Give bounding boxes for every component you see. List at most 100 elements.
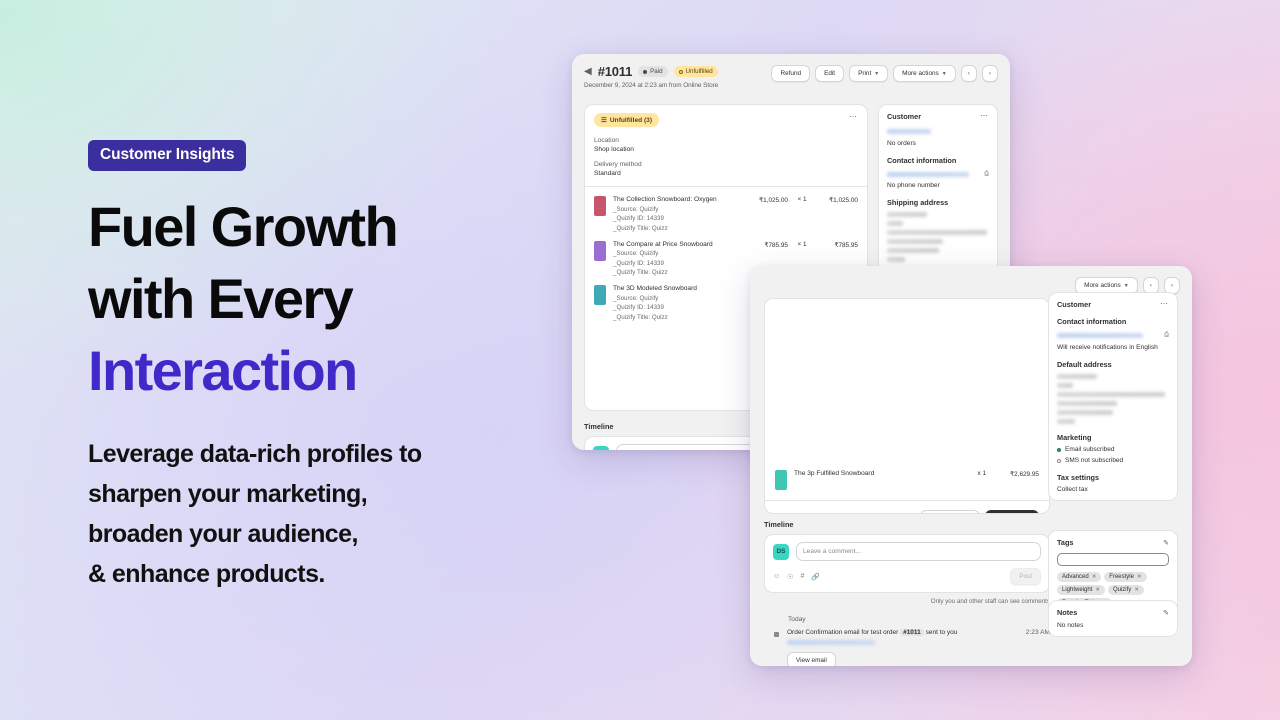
paid-label: Paid [650, 68, 663, 75]
customer-insights-badge: Customer Insights [88, 140, 247, 171]
divider [765, 500, 1049, 501]
avatar: DS [593, 445, 609, 450]
event-time: 2:23 AM [1025, 629, 1050, 636]
edit-button[interactable]: Edit [815, 65, 845, 82]
tag-chip[interactable]: Freestyle ✕ [1104, 572, 1147, 582]
comment-input[interactable]: Leave a comment... [796, 542, 1041, 561]
product-thumbnail [594, 196, 606, 216]
location-label: Location [594, 137, 619, 144]
order-header: ◀ #1011 Paid Unfulfilled December 9, 202… [584, 64, 998, 89]
hashtag-icon[interactable]: # [800, 573, 804, 581]
product-row[interactable]: The 3p Fulfilled Snowboard x 1 ₹2,629.95 [775, 470, 1039, 490]
customer-more-icon[interactable]: ⋯ [1160, 300, 1169, 308]
view-all-orders-button[interactable]: View all orders [920, 510, 981, 513]
last-order-products-card: The 3p Fulfilled Snowboard x 1 ₹2,629.95… [764, 298, 1050, 514]
post-comment-button[interactable]: Post [1010, 568, 1041, 585]
line-item-quizify-title: _Quizify Title: Quizz [613, 269, 668, 276]
contact-information-heading: Contact information [1057, 317, 1127, 326]
remove-tag-icon[interactable]: ✕ [1095, 587, 1100, 593]
tags-input[interactable] [1057, 553, 1169, 566]
previous-order-button[interactable]: ‹ [960, 65, 977, 82]
print-button[interactable]: Print ▼ [849, 65, 889, 82]
customer-orders-count: No orders [887, 140, 916, 147]
remove-tag-icon[interactable]: ✕ [1137, 574, 1142, 580]
unfulfilled-dot-icon [678, 69, 683, 74]
timeline-title: Timeline [764, 520, 794, 529]
line-item-qty: × 1 [797, 196, 807, 203]
tag-label: Lightweight [1062, 587, 1093, 593]
edit-pencil-icon[interactable]: ✎ [1163, 539, 1169, 547]
customer-phone: No phone number [887, 182, 940, 189]
subtitle-line-2: sharpen your marketing, [88, 479, 368, 508]
line-item-quizify-title: _Quizify Title: Quizz [613, 313, 668, 321]
edit-pencil-icon[interactable]: ✎ [1163, 609, 1169, 617]
timeline-composer: DS Leave a comment... ☺ ☉ # 🔗 Post [764, 534, 1050, 593]
customer-detail-window: More actions ▼ ‹ › The 3p Fulfilled Snow… [750, 266, 1192, 666]
more-actions-button[interactable]: More actions ▼ [893, 65, 956, 82]
event-email-redacted [787, 640, 875, 645]
line-item-name: The Compare at Price Snowboard [613, 240, 713, 248]
marketing-heading: Marketing [1057, 433, 1092, 442]
copy-icon[interactable]: ⎙ [1164, 332, 1169, 339]
tag-chip[interactable]: Advanced ✕ [1057, 572, 1102, 582]
link-icon[interactable]: 🔗 [811, 573, 820, 581]
tag-chip[interactable]: Quizify✕ [1107, 585, 1144, 595]
subtitle-line-1: Leverage data-rich profiles to [88, 439, 422, 468]
line-item-unit-price: ₹785.95 [764, 241, 788, 249]
line-item-total: ₹785.95 [834, 241, 858, 249]
line-item[interactable]: The Collection Snowboard: Oxygen _Source:… [594, 196, 858, 232]
customer-email-redacted [887, 172, 969, 177]
line-item-quizify-id: _Quizify ID: 14339 [613, 304, 664, 311]
remove-tag-icon[interactable]: ✕ [1092, 574, 1097, 580]
tag-label: Quizify [1112, 587, 1132, 593]
line-item-quizify-title: _Quizify Title: Quizz [613, 224, 668, 232]
mention-icon[interactable]: ☉ [787, 573, 793, 581]
chevron-down-icon: ▼ [874, 70, 880, 77]
customer-card-title: Customer [1057, 300, 1092, 309]
timeline-day-label: Today [788, 616, 806, 623]
order-number: #1011 [597, 64, 633, 79]
marketing-email-status: Email subscribed [1057, 446, 1169, 453]
unfulfilled-banner: ☰ Unfulfilled (3) [594, 113, 660, 127]
line-item-qty: × 1 [797, 240, 807, 248]
notes-value: No notes [1057, 622, 1084, 629]
chevron-down-icon: ▼ [941, 70, 947, 77]
tag-chip[interactable]: Lightweight ✕ [1057, 585, 1105, 595]
next-order-button[interactable]: › [981, 65, 998, 82]
line-item-source: _Source: Quizify [613, 250, 659, 257]
line-item-name: The Collection Snowboard: Oxygen [613, 196, 717, 203]
headline-line-1: Fuel Growth [88, 195, 399, 258]
customer-timeline-section: Timeline DS Leave a comment... ☺ ☉ # 🔗 P… [764, 520, 1050, 666]
hero-section: Customer Insights Fuel Growth with Every… [88, 140, 558, 594]
page-title: Fuel Growth with Every Interaction [88, 191, 558, 408]
view-email-button[interactable]: View email [787, 652, 836, 666]
event-text: Order Confirmation email for test order … [787, 629, 958, 636]
create-order-button[interactable]: Create order [985, 510, 1039, 513]
fulfillment-more-icon[interactable]: ⋯ [849, 113, 858, 121]
event-order-number[interactable]: #1011 [900, 629, 924, 636]
delivery-method-label: Delivery method [594, 161, 642, 168]
copy-icon[interactable]: ⎙ [984, 171, 989, 178]
default-address-heading: Default address [1057, 360, 1112, 369]
refund-button[interactable]: Refund [771, 65, 811, 82]
divider [585, 186, 867, 187]
back-arrow-icon[interactable]: ◀ [584, 66, 592, 77]
status-badge-paid: Paid [638, 66, 668, 77]
status-badge-unfulfilled: Unfulfilled [673, 66, 718, 77]
product-price: ₹2,629.95 [1010, 471, 1039, 478]
line-item-source: _Source: Quizify [613, 205, 659, 213]
delivery-method-value: Standard [594, 170, 621, 177]
shipping-address-redacted [887, 212, 989, 262]
package-icon: ☰ [601, 117, 607, 124]
tax-settings-value: Collect tax [1057, 486, 1088, 493]
customer-profile-card: Customer ⋯ Contact information ⎙ Will re… [1048, 292, 1178, 501]
emoji-icon[interactable]: ☺ [773, 573, 780, 581]
composer-toolbar: ☺ ☉ # 🔗 [773, 573, 820, 581]
customer-more-icon[interactable]: ⋯ [980, 112, 989, 120]
line-item-quizify-id: _Quizify ID: 14339 [613, 259, 664, 267]
hero-subtitle: Leverage data-rich profiles to sharpen y… [88, 434, 558, 594]
remove-tag-icon[interactable]: ✕ [1134, 587, 1139, 593]
chevron-down-icon: ▼ [1123, 282, 1129, 289]
product-thumbnail [594, 285, 606, 305]
paid-dot-icon [643, 69, 648, 74]
